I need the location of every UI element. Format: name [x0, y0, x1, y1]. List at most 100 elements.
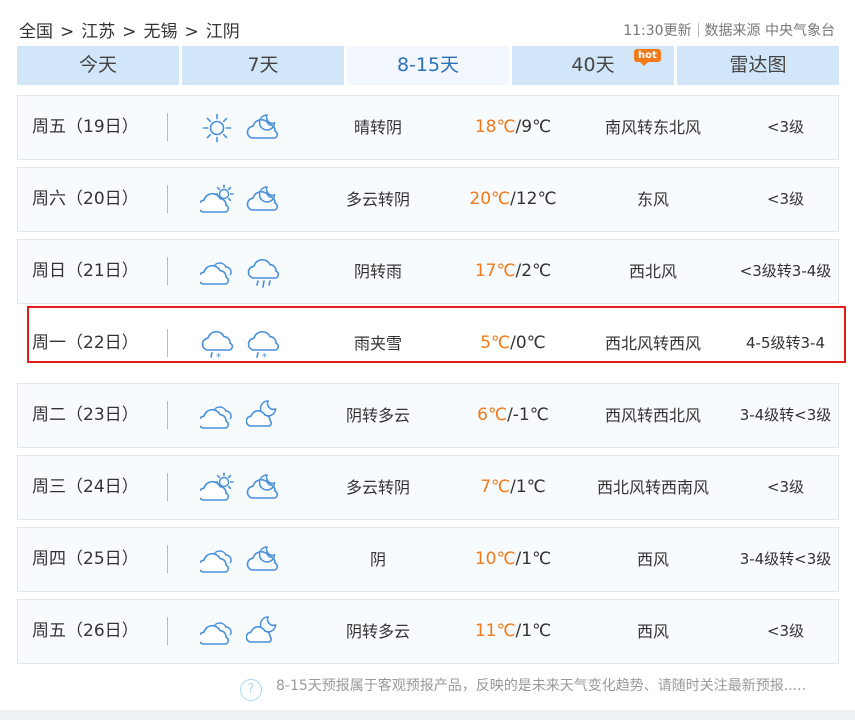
cloudy-night-icon: [246, 472, 280, 504]
weather-description: 阴转多云: [345, 622, 410, 641]
divider: [167, 473, 168, 501]
day-label: 周四（25日）: [32, 549, 139, 569]
question-icon[interactable]: ?: [240, 679, 262, 701]
wind-level: <3级: [766, 118, 805, 136]
temp-high: 7℃: [480, 477, 511, 497]
tab-radar[interactable]: 雷达图: [677, 46, 839, 85]
temp-low: /0℃: [510, 333, 546, 353]
temp-low: /-1℃: [507, 405, 549, 425]
temp-high: 18℃: [474, 117, 516, 137]
breadcrumb-item-province[interactable]: 江苏: [81, 17, 115, 42]
day-label: 周五（19日）: [32, 117, 139, 137]
temp-low: /2℃: [515, 261, 552, 281]
forecast-tabs: 今天 7天 8-15天 40天 hot 雷达图: [17, 46, 839, 85]
forecast-row[interactable]: 周日（21日） 阴转雨 17℃/2℃ 西北风 <3级转3-4级: [17, 239, 839, 304]
wind-level: <3级: [766, 622, 805, 640]
forecast-row[interactable]: 周六（20日） 多云转阴 20℃/12℃ 东风 <3级: [17, 167, 839, 232]
tab-today[interactable]: 今天: [17, 46, 179, 85]
wind-level: 3-4级转<3级: [739, 550, 832, 568]
weather-description: 阴转多云: [345, 406, 410, 425]
breadcrumb-item-county: 江阴: [205, 22, 240, 42]
weather-description: 多云转阴: [345, 190, 410, 209]
breadcrumb-item-country[interactable]: 全国: [19, 17, 53, 42]
update-info: 11:30更新 数据来源 中央气象台: [623, 20, 835, 40]
temp-high: 11℃: [474, 621, 516, 641]
moon-cloud-icon: [246, 400, 280, 432]
footer-note: ? 8-15天预报属于客观预报产品，反映的是未来天气变化趋势、请随时关注最新预报.…: [240, 675, 806, 701]
cloudy-night-icon: [246, 184, 280, 216]
temp-low: /12℃: [510, 189, 557, 209]
overcast-icon: [200, 400, 234, 432]
weather-panel: 全国 > 江苏 > 无锡 > 江阴 11:30更新 数据来源 中央气象台 今天 7天 8-15…: [0, 0, 855, 710]
weather-description: 多云转阴: [345, 478, 410, 497]
forecast-row[interactable]: 周三（24日） 多云转阴 7℃/1℃ 西北风转西南风 <3级: [17, 455, 839, 520]
overcast-icon: [200, 256, 234, 288]
breadcrumb-item-city[interactable]: 无锡: [144, 17, 178, 42]
data-source: 数据来源 中央气象台: [704, 23, 835, 39]
temp-high: 6℃: [477, 405, 508, 425]
divider: [167, 545, 168, 573]
breadcrumb-separator: >: [60, 22, 75, 42]
wind-direction: 西北风转西风: [604, 334, 701, 353]
day-label: 周六（20日）: [32, 189, 139, 209]
svg-text:*: *: [262, 352, 267, 360]
temperature: 17℃/2℃: [448, 240, 578, 303]
wind-direction: 东风: [636, 190, 669, 209]
temp-high: 17℃: [474, 261, 516, 281]
divider: [697, 23, 699, 37]
temp-low: /9℃: [515, 117, 552, 137]
forecast-row[interactable]: 周五（19日） 晴转阴 18℃/9℃ 南风转东北风 <3级: [17, 95, 839, 160]
forecast-row[interactable]: 周五（26日） 阴转多云 11℃/1℃ 西风 <3级: [17, 599, 839, 664]
forecast-row[interactable]: 周四（25日） 阴 10℃/1℃ 西风 3-4级转<3级: [17, 527, 839, 592]
temp-low: /1℃: [510, 477, 546, 497]
svg-text:*: *: [216, 352, 221, 360]
weather-description: 阴转雨: [353, 262, 402, 281]
weather-description: 晴转阴: [353, 118, 402, 137]
day-label: 周二（23日）: [32, 405, 139, 425]
moon-cloud-icon: [246, 616, 280, 648]
breadcrumb-separator: >: [122, 22, 137, 42]
wind-level: 3-4级转<3级: [739, 406, 832, 424]
weather-description: 雨夹雪: [353, 334, 402, 353]
day-label: 周日（21日）: [32, 261, 139, 281]
temp-low: /1℃: [515, 621, 552, 641]
wind-level: 4-5级转3-4: [746, 334, 825, 352]
temp-high: 5℃: [480, 333, 511, 353]
cloudy-night-icon: [246, 544, 280, 576]
temp-low: /1℃: [515, 549, 552, 569]
temperature: 11℃/1℃: [448, 600, 578, 663]
wind-direction: 西风转西北风: [604, 406, 701, 425]
overcast-icon: [200, 616, 234, 648]
sleet-icon: *: [200, 328, 234, 360]
tab-7-days[interactable]: 7天: [182, 46, 344, 85]
divider: [167, 257, 168, 285]
divider: [167, 617, 168, 645]
day-label: 周五（26日）: [32, 621, 139, 641]
day-label: 周一（22日）: [32, 333, 139, 353]
forecast-row[interactable]: 周二（23日） 阴转多云 6℃/-1℃ 西风转西北风 3-4级转<3级: [17, 383, 839, 448]
footer-text: 8-15天预报属于客观预报产品，反映的是未来天气变化趋势、请随时关注最新预报..…: [276, 678, 807, 694]
tab-40-days[interactable]: 40天 hot: [512, 46, 674, 85]
cloudy-night-icon: [246, 112, 280, 144]
temp-high: 10℃: [474, 549, 516, 569]
wind-level: <3级转3-4级: [739, 262, 832, 280]
wind-direction: 西风: [636, 550, 669, 569]
tab-8-15-days[interactable]: 8-15天: [347, 46, 509, 85]
forecast-row-highlighted[interactable]: 周一（22日） * * 雨夹雪 5℃/0℃ 西北风转西风 4-5级转3-4: [17, 306, 846, 376]
breadcrumb-separator: >: [184, 22, 199, 42]
sleet-icon: *: [246, 328, 280, 360]
forecast-list: 周五（19日） 晴转阴 18℃/9℃ 南风转东北风 <3级 周六（20日） 多云…: [17, 95, 846, 671]
update-time: 11:30更新: [623, 23, 692, 39]
sun-icon: [200, 112, 234, 144]
divider: [167, 185, 168, 213]
temperature: 10℃/1℃: [448, 528, 578, 591]
temperature: 20℃/12℃: [448, 168, 578, 231]
temperature: 5℃/0℃: [448, 312, 578, 375]
temperature: 6℃/-1℃: [448, 384, 578, 447]
divider: [167, 113, 168, 141]
wind-direction: 西北风: [628, 262, 677, 281]
wind-direction: 南风转东北风: [604, 118, 701, 137]
rain-icon: [246, 256, 280, 288]
wind-level: <3级: [766, 190, 805, 208]
overcast-icon: [200, 544, 234, 576]
